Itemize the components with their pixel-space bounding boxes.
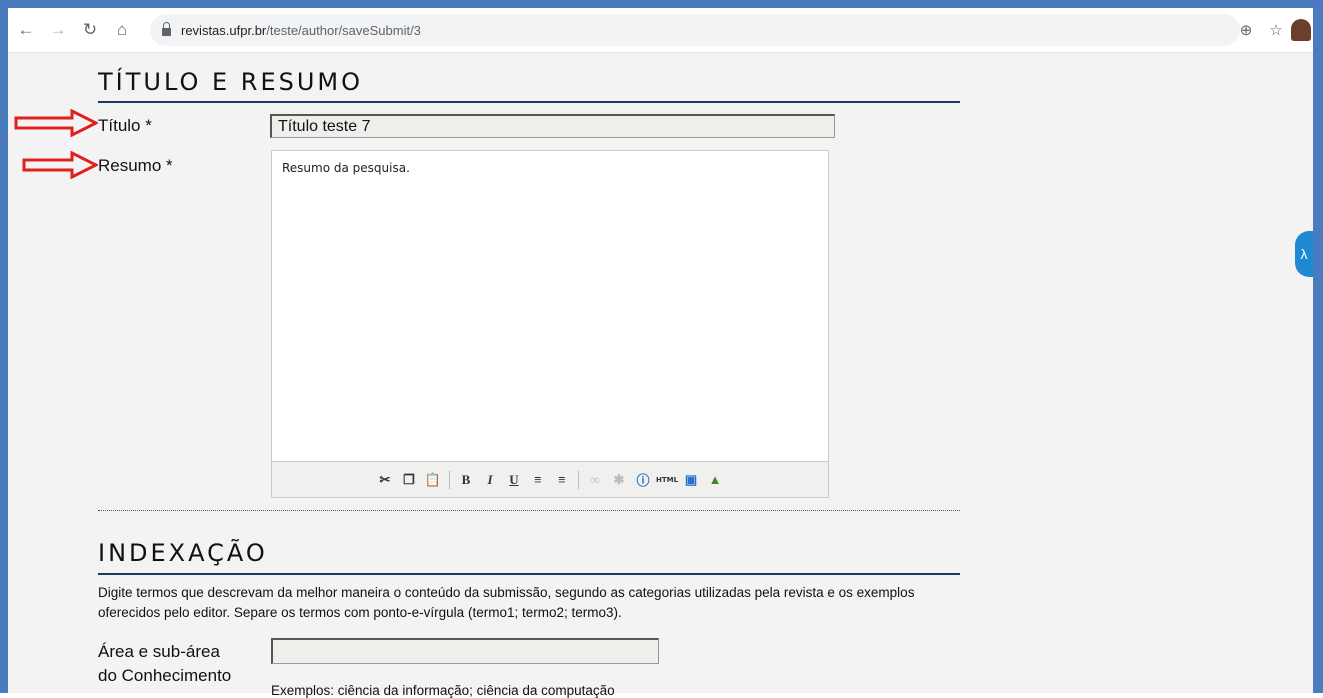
browser-right-icons: ⊕ ☆ bbox=[1231, 8, 1313, 52]
screenshot-frame-left bbox=[0, 0, 8, 693]
html-icon[interactable]: HTML bbox=[656, 470, 678, 490]
area-label-line2: do Conhecimento bbox=[98, 666, 232, 685]
toolbar-divider bbox=[578, 470, 579, 489]
star-icon[interactable]: ☆ bbox=[1261, 21, 1291, 39]
browser-toolbar: ← → ↻ ⌂ revistas.ufpr.br/teste/author/sa… bbox=[8, 8, 1313, 53]
abstract-label: Resumo * bbox=[98, 156, 173, 175]
abstract-text[interactable]: Resumo da pesquisa. bbox=[282, 161, 410, 175]
toolbar-divider bbox=[449, 470, 450, 489]
title-label: Título * bbox=[98, 116, 152, 135]
zoom-icon[interactable]: ⊕ bbox=[1231, 21, 1261, 39]
section-divider bbox=[98, 510, 960, 511]
editor-toolbar: ✂ ❐ 📋 B I U ≡ ≡ ∞ ✱ ⓘ HTML ▣ ▲ bbox=[272, 461, 828, 497]
red-arrow-icon bbox=[22, 151, 98, 179]
back-button[interactable]: ← bbox=[12, 16, 40, 44]
underline-icon[interactable]: U bbox=[504, 470, 524, 490]
reload-button[interactable]: ↻ bbox=[76, 16, 104, 44]
section-rule bbox=[98, 573, 960, 575]
indexing-description: Digite termos que descrevam da melhor ma… bbox=[98, 585, 915, 620]
url-text: revistas.ufpr.br/teste/author/saveSubmit… bbox=[181, 23, 421, 38]
red-arrow-icon bbox=[14, 109, 98, 137]
link-icon[interactable]: ∞ bbox=[585, 470, 605, 490]
section-title-titulo-resumo: TÍTULO E RESUMO bbox=[98, 68, 364, 96]
arrow-right-icon: → bbox=[49, 20, 67, 39]
bullet-list-icon[interactable]: ≡ bbox=[528, 470, 548, 490]
forward-button[interactable]: → bbox=[44, 16, 72, 44]
screenshot-frame-top bbox=[0, 0, 1323, 8]
numbered-list-icon[interactable]: ≡ bbox=[552, 470, 572, 490]
accessibility-widget-icon: λ bbox=[1300, 246, 1308, 262]
url-host: revistas.ufpr.br bbox=[181, 22, 267, 38]
page-content: TÍTULO E RESUMO Título * Resumo * Resumo… bbox=[8, 53, 1313, 698]
area-input[interactable] bbox=[271, 638, 659, 664]
title-input[interactable] bbox=[270, 114, 835, 138]
screenshot-frame-right bbox=[1313, 0, 1323, 693]
area-label-line1: Área e sub-área bbox=[98, 642, 220, 661]
bold-icon[interactable]: B bbox=[456, 470, 476, 490]
lock-icon bbox=[162, 22, 171, 36]
italic-icon[interactable]: I bbox=[480, 470, 500, 490]
section-rule bbox=[98, 101, 960, 103]
arrow-left-icon: ← bbox=[17, 20, 35, 39]
section-title-indexacao: INDEXAÇÃO bbox=[98, 539, 268, 567]
paste-icon[interactable]: 📋 bbox=[423, 470, 443, 490]
home-button[interactable]: ⌂ bbox=[108, 16, 136, 44]
accessibility-widget-button[interactable]: λ bbox=[1295, 231, 1313, 277]
cut-icon[interactable]: ✂ bbox=[375, 470, 395, 490]
copy-icon[interactable]: ❐ bbox=[399, 470, 419, 490]
unlink-icon[interactable]: ✱ bbox=[609, 470, 629, 490]
avatar[interactable] bbox=[1291, 19, 1311, 41]
help-icon[interactable]: ⓘ bbox=[633, 470, 653, 490]
image-icon[interactable]: ▲ bbox=[705, 470, 725, 490]
fullscreen-icon[interactable]: ▣ bbox=[681, 470, 701, 490]
abstract-editor[interactable]: Resumo da pesquisa. ✂ ❐ 📋 B I U ≡ ≡ ∞ ✱ … bbox=[271, 150, 829, 498]
home-icon: ⌂ bbox=[116, 20, 128, 39]
area-hint: Exemplos: ciência da informação; ciência… bbox=[271, 683, 615, 698]
url-path: /teste/author/saveSubmit/3 bbox=[266, 22, 421, 38]
address-bar[interactable]: revistas.ufpr.br/teste/author/saveSubmit… bbox=[150, 14, 1240, 46]
reload-icon: ↻ bbox=[82, 20, 98, 39]
